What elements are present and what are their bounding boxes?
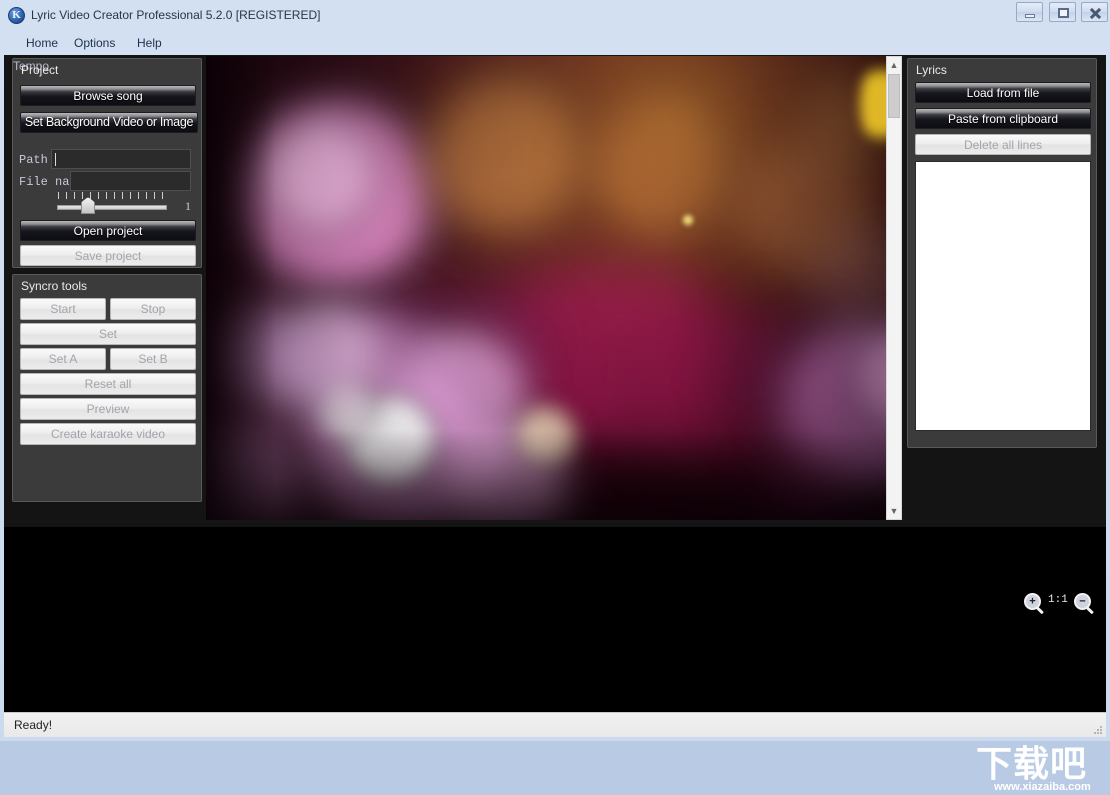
maximize-button[interactable] <box>1048 2 1076 22</box>
tempo-value: 1 <box>185 199 191 213</box>
menu-item-options[interactable]: Options <box>68 34 121 52</box>
text-caret <box>55 153 56 166</box>
watermark-logo-text: 下载吧 <box>976 744 1088 785</box>
project-panel-legend: Project <box>21 63 59 77</box>
title-bar: K Lyric Video Creator Professional 5.2.0… <box>0 0 1110 30</box>
tempo-slider-thumb[interactable] <box>81 197 95 214</box>
filename-input[interactable] <box>70 171 191 191</box>
project-panel: Project Browse song Set Background Video… <box>12 58 202 268</box>
tempo-slider-track[interactable] <box>57 205 167 210</box>
delete-all-lines-button: Delete all lines <box>915 134 1091 155</box>
background-preview[interactable] <box>206 56 886 520</box>
close-button[interactable] <box>1081 2 1108 22</box>
preview-button: Preview <box>20 398 196 420</box>
tempo-slider-ticks <box>58 192 168 199</box>
lyrics-panel: Lyrics Load from file Paste from clipboa… <box>907 58 1097 448</box>
scroll-down-icon[interactable]: ▼ <box>887 503 901 519</box>
stop-button: Stop <box>110 298 196 320</box>
menu-bar: Home Options Help <box>0 30 1110 55</box>
menu-item-help[interactable]: Help <box>131 34 168 52</box>
zoom-out-icon[interactable]: − <box>1074 593 1091 610</box>
app-logo-icon: K <box>8 7 25 24</box>
syncro-tools-legend: Syncro tools <box>21 279 88 293</box>
browse-song-button[interactable]: Browse song <box>20 85 196 106</box>
load-from-file-button[interactable]: Load from file <box>915 82 1091 103</box>
set-b-button: Set B <box>110 348 196 370</box>
open-project-button[interactable]: Open project <box>20 220 196 241</box>
resize-grip-icon[interactable] <box>1091 723 1103 735</box>
minimize-button[interactable] <box>1016 2 1044 22</box>
preview-vertical-scrollbar[interactable]: ▲ ▼ <box>886 56 902 520</box>
paste-from-clipboard-button[interactable]: Paste from clipboard <box>915 108 1091 129</box>
watermark-url: www.xiazaiba.com <box>994 781 1091 793</box>
zoom-in-icon[interactable]: + <box>1024 593 1041 610</box>
start-button: Start <box>20 298 106 320</box>
window-title: Lyric Video Creator Professional 5.2.0 [… <box>31 8 321 22</box>
scroll-up-icon[interactable]: ▲ <box>887 57 901 73</box>
reset-all-button: Reset all <box>20 373 196 395</box>
path-input[interactable] <box>51 149 191 169</box>
status-text: Ready! <box>14 718 53 732</box>
set-button: Set <box>20 323 196 345</box>
set-background-button[interactable]: Set Background Video or Image <box>20 112 198 133</box>
zoom-ratio-label: 1:1 <box>1048 594 1068 606</box>
syncro-tools-panel: Syncro tools Start Stop Set Set A Set B … <box>12 274 202 502</box>
client-area: Project Browse song Set Background Video… <box>4 55 1106 793</box>
bottom-black-area <box>4 527 1106 712</box>
application-window: K Lyric Video Creator Professional 5.2.0… <box>0 0 1110 793</box>
set-a-button: Set A <box>20 348 106 370</box>
lyrics-listbox[interactable] <box>915 161 1091 431</box>
create-karaoke-video-button: Create karaoke video <box>20 423 196 445</box>
status-bar: Ready! <box>4 712 1106 737</box>
scrollbar-thumb[interactable] <box>888 74 900 118</box>
window-controls <box>1015 2 1108 24</box>
menu-item-home[interactable]: Home <box>20 34 64 52</box>
lyrics-panel-legend: Lyrics <box>916 63 947 77</box>
path-label: Path <box>19 153 48 167</box>
background-preview-canvas <box>206 56 886 520</box>
site-watermark: 下载吧 www.xiazaiba.com <box>976 745 1106 795</box>
save-project-button: Save project <box>20 245 196 266</box>
